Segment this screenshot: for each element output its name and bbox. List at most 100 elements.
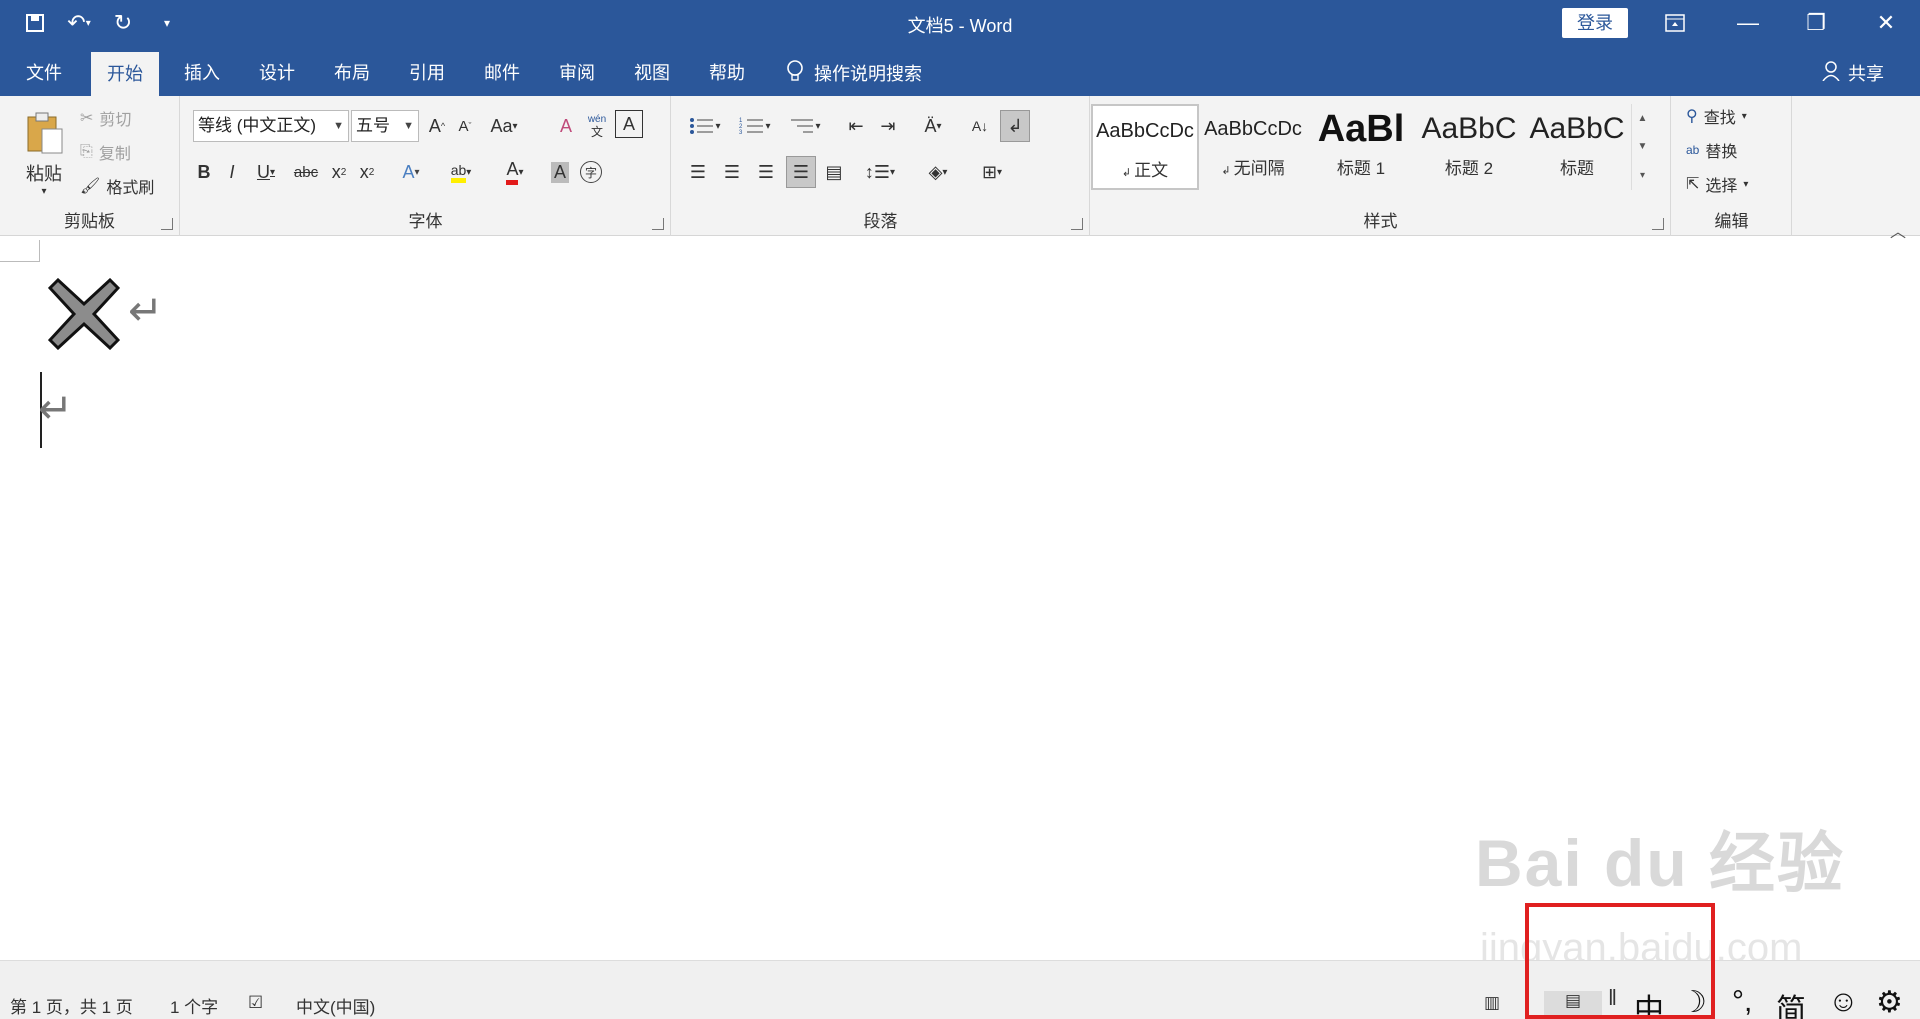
- styles-launcher-icon[interactable]: [1652, 218, 1664, 230]
- superscript-icon[interactable]: x2: [355, 156, 379, 188]
- smile-icon[interactable]: ☺: [1828, 985, 1859, 1019]
- read-mode-icon[interactable]: ▥: [1484, 993, 1500, 1013]
- clipboard-launcher-icon[interactable]: [161, 218, 173, 230]
- tab-design[interactable]: 设计: [243, 50, 311, 96]
- cut-button[interactable]: ✂ 剪切: [80, 104, 131, 132]
- grow-font-icon[interactable]: A ^: [425, 110, 449, 142]
- collapse-ribbon-icon[interactable]: ︿: [1890, 218, 1906, 242]
- font-color-icon[interactable]: A ▾: [493, 156, 537, 188]
- increase-indent-icon[interactable]: ⇥: [874, 110, 902, 142]
- style-normal[interactable]: AaBbCcDc ↲ 正文: [1091, 104, 1199, 190]
- editing-group-label: 编辑: [1714, 212, 1749, 231]
- distributed-icon[interactable]: ▤: [820, 156, 848, 188]
- tell-me-search[interactable]: 操作说明搜索: [786, 50, 922, 96]
- style-title[interactable]: AaBbC 标题: [1523, 104, 1631, 190]
- font-name-combo[interactable]: 等线 (中文正文) ▼: [193, 110, 349, 142]
- save-icon[interactable]: [20, 8, 50, 38]
- shading-icon[interactable]: ◈ ▾: [916, 156, 960, 188]
- tab-references[interactable]: 引用: [393, 50, 461, 96]
- align-center-icon[interactable]: ☰: [718, 156, 746, 188]
- shrink-font-icon[interactable]: Aˇ: [453, 110, 477, 142]
- align-right-icon[interactable]: ☰: [752, 156, 780, 188]
- format-painter-button[interactable]: 🖌 格式刷: [80, 172, 154, 200]
- align-left-icon[interactable]: ☰: [684, 156, 712, 188]
- decrease-indent-icon[interactable]: ⇤: [842, 110, 870, 142]
- find-button[interactable]: ⚲ 查找 ▾: [1686, 102, 1747, 130]
- ribbon-display-icon[interactable]: [1645, 0, 1705, 46]
- style-no-spacing[interactable]: AaBbCcDc ↲ 无间隔: [1199, 104, 1307, 190]
- proofing-icon[interactable]: ☑: [248, 993, 263, 1013]
- subscript-icon[interactable]: x2: [327, 156, 351, 188]
- language-indicator[interactable]: 中文(中国): [296, 993, 375, 1018]
- ribbon-tabs: 文件 开始 插入 设计 布局 引用 邮件 审阅 视图 帮助 操作说明搜索 共享: [0, 50, 1920, 96]
- tab-insert[interactable]: 插入: [168, 50, 236, 96]
- login-button[interactable]: 登录: [1562, 8, 1628, 38]
- tab-home[interactable]: 开始: [91, 52, 159, 96]
- character-shading-icon[interactable]: A: [547, 156, 573, 188]
- minimize-icon[interactable]: —: [1718, 0, 1778, 46]
- tab-mailings[interactable]: 邮件: [468, 50, 536, 96]
- restore-icon[interactable]: ❐: [1786, 0, 1846, 46]
- strikethrough-icon[interactable]: abc: [291, 156, 321, 188]
- show-marks-icon[interactable]: ↲: [1000, 110, 1030, 142]
- change-case-icon[interactable]: Aa ▾: [483, 110, 525, 142]
- chevron-down-icon[interactable]: ▼: [1638, 141, 1648, 152]
- style-sample: AaBbCcDc: [1204, 118, 1302, 140]
- multilevel-list-icon[interactable]: ▾: [784, 110, 826, 142]
- style-heading-1[interactable]: AaBl 标题 1: [1307, 104, 1415, 190]
- tab-file[interactable]: 文件: [10, 50, 78, 96]
- close-icon[interactable]: ✕: [1856, 0, 1916, 46]
- font-group-label: 字体: [408, 212, 443, 231]
- tab-layout[interactable]: 布局: [318, 50, 386, 96]
- character-border-icon[interactable]: A: [615, 110, 643, 138]
- numbering-icon[interactable]: 1 2 3 ▾: [734, 110, 776, 142]
- paragraph-launcher-icon[interactable]: [1071, 218, 1083, 230]
- chinese-layout-icon[interactable]: Ä ▾: [910, 110, 956, 142]
- share-button[interactable]: 共享: [1822, 50, 1884, 96]
- bullets-icon[interactable]: ▾: [684, 110, 726, 142]
- chevron-up-icon[interactable]: ▲: [1638, 113, 1648, 124]
- text-effects-icon[interactable]: A ▾: [391, 156, 431, 188]
- phonetic-guide-icon[interactable]: wén 文: [583, 110, 611, 142]
- copy-button[interactable]: ⎘ 复制: [80, 138, 131, 166]
- font-launcher-icon[interactable]: [652, 218, 664, 230]
- style-heading-2[interactable]: AaBbC 标题 2: [1415, 104, 1523, 190]
- highlight-color-icon[interactable]: ab ▾: [439, 156, 483, 188]
- punctuation-icon[interactable]: °,: [1732, 985, 1752, 1019]
- redo-icon[interactable]: ↻: [108, 8, 138, 38]
- gear-icon[interactable]: ⚙: [1876, 985, 1903, 1019]
- clear-formatting-icon[interactable]: A: [553, 110, 579, 142]
- word-count[interactable]: 1 个字: [170, 993, 218, 1018]
- bold-icon[interactable]: B: [193, 156, 215, 188]
- undo-icon[interactable]: ↶ ▾: [64, 8, 94, 38]
- tab-review[interactable]: 审阅: [543, 50, 611, 96]
- more-styles-icon[interactable]: ▾: [1640, 170, 1645, 181]
- quick-access-toolbar: ↶ ▾ ↻ ▾: [20, 8, 182, 38]
- window-title: 文档5 - Word: [907, 16, 1013, 36]
- lightbulb-icon: [786, 59, 804, 88]
- chevron-down-icon: ▼: [403, 120, 414, 132]
- chevron-down-icon: ▾: [1741, 110, 1747, 122]
- borders-icon[interactable]: ⊞ ▾: [970, 156, 1014, 188]
- cross-symbol[interactable]: [47, 277, 121, 355]
- underline-icon[interactable]: U ▾: [247, 156, 285, 188]
- customize-qat-icon[interactable]: ▾: [152, 8, 182, 38]
- page-count[interactable]: 第 1 页，共 1 页: [10, 993, 133, 1018]
- document-page[interactable]: ↵ ↵ Bai du 经验 jingyan.baidu.com: [0, 236, 1920, 970]
- sort-icon[interactable]: A↓: [966, 110, 994, 142]
- replace-button[interactable]: ab 替换: [1686, 136, 1737, 164]
- enclose-characters-icon[interactable]: 字: [577, 156, 605, 188]
- line-spacing-icon[interactable]: ↕☰ ▾: [858, 156, 902, 188]
- styles-gallery-scroll[interactable]: ▲ ▼ ▾: [1631, 104, 1653, 190]
- find-label: 查找: [1703, 110, 1736, 127]
- font-size-combo[interactable]: 五号 ▼: [351, 110, 419, 142]
- italic-icon[interactable]: I: [221, 156, 243, 188]
- cut-label: 剪切: [99, 112, 132, 129]
- justify-icon[interactable]: ☰: [786, 156, 816, 188]
- select-button[interactable]: ⇱ 选择 ▾: [1686, 170, 1748, 198]
- tell-me-label: 操作说明搜索: [814, 64, 922, 84]
- tab-view[interactable]: 视图: [618, 50, 686, 96]
- paste-button[interactable]: 粘贴 ▾: [16, 104, 72, 204]
- tab-help[interactable]: 帮助: [693, 50, 761, 96]
- simplified-toggle[interactable]: 简: [1776, 985, 1806, 1019]
